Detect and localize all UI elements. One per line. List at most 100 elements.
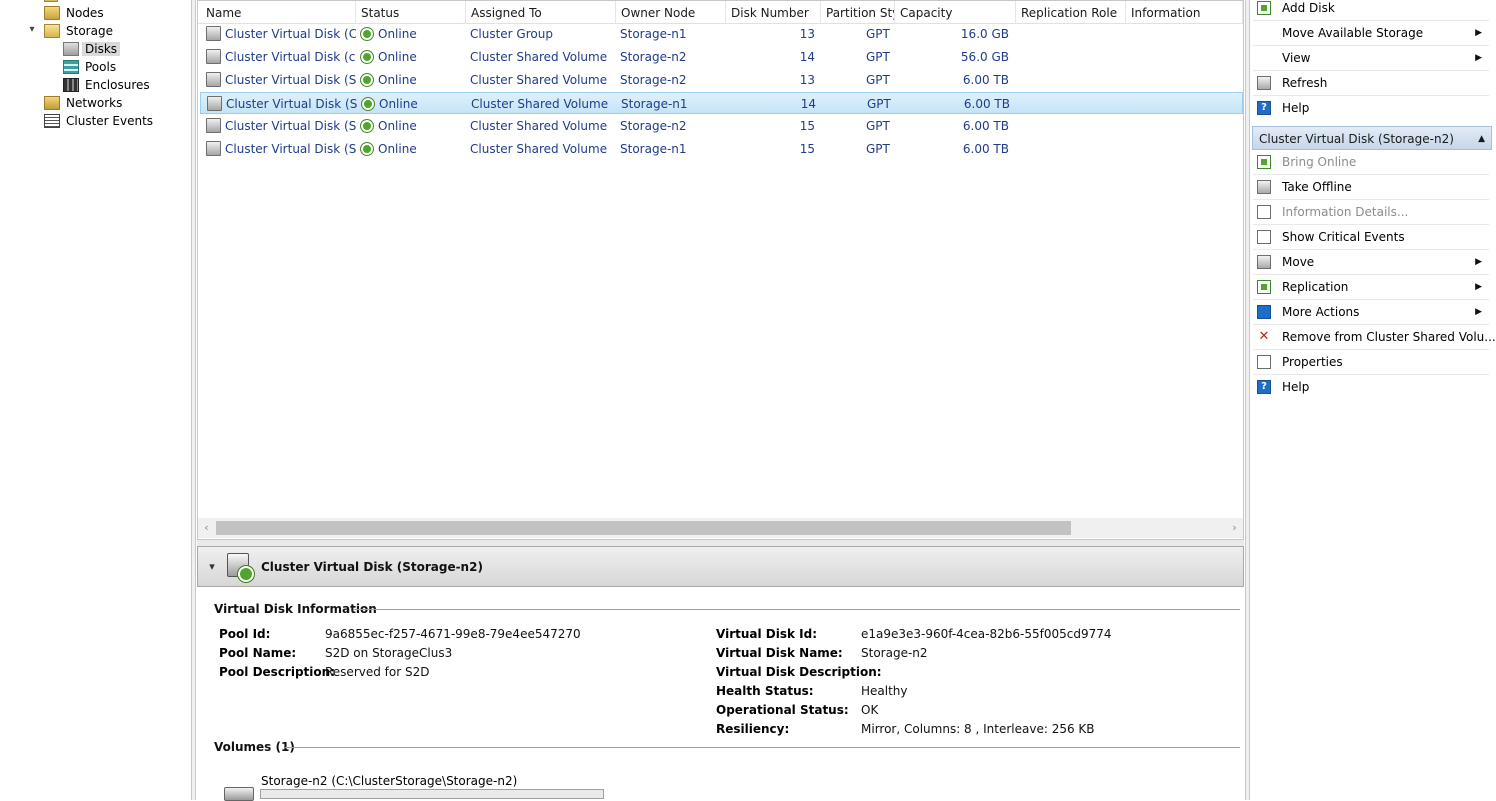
node-icon xyxy=(44,5,60,20)
column-header-status[interactable]: Status xyxy=(356,1,466,24)
online-status-icon xyxy=(360,141,374,156)
volume-label[interactable]: Storage-n2 (C:\ClusterStorage\Storage-n2… xyxy=(261,774,517,788)
table-row[interactable]: Cluster Virtual Disk (Clust... Online Clus… xyxy=(200,23,1243,45)
tree-item-networks[interactable]: Networks xyxy=(44,94,125,112)
action-remove-from-cluster-shared-volu[interactable]: ✕ Remove from Cluster Shared Volu... xyxy=(1250,325,1496,350)
action-add-disk[interactable]: Add Disk xyxy=(1250,0,1490,21)
cell-assigned-to: Cluster Shared Volume xyxy=(470,50,608,64)
actions-section-header[interactable]: Cluster Virtual Disk (Storage-n2) ▲ xyxy=(1252,126,1492,150)
cell-status: Online xyxy=(360,138,466,160)
cell-status: Online xyxy=(360,46,466,68)
tree-item-pools[interactable]: Pools xyxy=(63,58,119,76)
action-help[interactable]: ? Help xyxy=(1250,96,1490,121)
tree-item-disks[interactable]: Disks xyxy=(63,40,121,58)
submenu-arrow-icon: ▶ xyxy=(1475,282,1482,292)
tree-item-storage[interactable]: Storage xyxy=(44,22,116,40)
pools-icon xyxy=(63,59,79,74)
action-help[interactable]: ? Help xyxy=(1250,375,1490,400)
cell-capacity: 16.0 GB xyxy=(960,27,1009,41)
column-header-capacity[interactable]: Capacity xyxy=(895,1,1016,24)
online-status-icon xyxy=(360,26,374,41)
collapse-chevron-icon[interactable]: ▾ xyxy=(205,560,219,574)
action-replication[interactable]: Replication ▶ xyxy=(1250,275,1490,300)
table-row[interactable]: Cluster Virtual Disk (colle... Online Clus… xyxy=(200,46,1243,68)
storage-folder-icon xyxy=(44,23,60,38)
action-move[interactable]: Move ▶ xyxy=(1250,250,1490,275)
disk-status: Online xyxy=(378,142,417,156)
pool-name-label: Pool Name: xyxy=(219,646,297,660)
action-label: Move Available Storage xyxy=(1282,26,1424,40)
cell-name: Cluster Virtual Disk (Stor... xyxy=(206,115,356,137)
replication-icon xyxy=(1257,280,1271,294)
cluster-disk-icon xyxy=(206,118,221,133)
list-header: Name Status Assigned To Owner Node Disk … xyxy=(198,1,1243,24)
storage-expand-icon[interactable]: ▾ xyxy=(26,24,38,36)
information-details-icon xyxy=(1257,205,1271,219)
cluster-disk-icon xyxy=(207,96,222,111)
cell-disk-number: 14 xyxy=(800,97,816,111)
health-status-label: Health Status: xyxy=(716,684,814,698)
column-header-assigned-to[interactable]: Assigned To xyxy=(466,1,616,24)
cluster-root-icon xyxy=(44,0,58,2)
table-row[interactable]: Cluster Virtual Disk (Stor... Online Clust… xyxy=(200,69,1243,91)
cell-status: Online xyxy=(361,93,467,115)
column-header-name[interactable]: Name xyxy=(201,1,356,24)
cell-assigned-to: Cluster Shared Volume xyxy=(470,119,608,133)
action-view[interactable]: View ▶ xyxy=(1250,46,1490,71)
column-header-disk-number[interactable]: Disk Number xyxy=(726,1,821,24)
cell-disk-number: 13 xyxy=(799,73,815,87)
action-label: Replication xyxy=(1282,280,1349,294)
column-header-replication-role[interactable]: Replication Role xyxy=(1016,1,1126,24)
action-label: Bring Online xyxy=(1282,155,1357,169)
disk-name: Cluster Virtual Disk (Stor... xyxy=(226,97,357,111)
cell-capacity: 6.00 TB xyxy=(962,119,1009,133)
disk-name: Cluster Virtual Disk (Stor... xyxy=(225,142,356,156)
collapse-icon[interactable]: ▲ xyxy=(1478,127,1485,151)
actions-pane: Add Disk Move Available Storage ▶ View ▶ Refr… xyxy=(1250,0,1496,800)
scroll-right-icon[interactable]: › xyxy=(1226,518,1243,538)
pool-id-value: 9a6855ec-f257-4671-99e8-79e4ee547270 xyxy=(325,627,581,641)
cell-disk-number: 13 xyxy=(799,27,815,41)
action-take-offline[interactable]: Take Offline xyxy=(1250,175,1490,200)
resiliency-label: Resiliency: xyxy=(716,722,790,736)
action-move-available-storage[interactable]: Move Available Storage ▶ xyxy=(1250,21,1490,46)
cell-name: Cluster Virtual Disk (Stor... xyxy=(207,93,357,115)
table-row[interactable]: Cluster Virtual Disk (Stor... Online Clust… xyxy=(200,115,1243,137)
tree-item-label: Enclosures xyxy=(85,78,150,92)
action-bring-online[interactable]: Bring Online xyxy=(1250,150,1490,175)
column-header-partition-style[interactable]: Partition Style xyxy=(821,1,895,24)
cell-partition-style: GPT xyxy=(866,73,890,87)
scrollbar-thumb[interactable] xyxy=(216,521,1071,535)
pool-description-value: Reserved for S2D xyxy=(325,665,430,679)
tree-item-nodes[interactable]: Nodes xyxy=(44,4,107,22)
action-label: Help xyxy=(1282,101,1310,115)
action-properties[interactable]: Properties xyxy=(1250,350,1490,375)
tree-splitter[interactable] xyxy=(191,0,196,800)
tree-item-cluster-events[interactable]: Cluster Events xyxy=(44,112,156,130)
cluster-virtual-disk-icon xyxy=(224,551,256,583)
cell-capacity: 6.00 TB xyxy=(962,142,1009,156)
tree-item-enclosures[interactable]: Enclosures xyxy=(63,76,153,94)
more-actions-icon xyxy=(1257,305,1271,319)
pool-name-value: S2D on StorageClus3 xyxy=(325,646,453,660)
action-show-critical-events[interactable]: Show Critical Events xyxy=(1250,225,1490,250)
cell-name: Cluster Virtual Disk (Clust... xyxy=(206,23,356,45)
action-refresh[interactable]: Refresh xyxy=(1250,71,1490,96)
details-pane: ▾ Cluster Virtual Disk (Storage-n2) Virt… xyxy=(197,546,1244,801)
disks-icon xyxy=(63,41,79,56)
resiliency-value: Mirror, Columns: 8 , Interleave: 256 KB xyxy=(861,722,1095,736)
table-row[interactable]: Cluster Virtual Disk (Stor... Online Clust… xyxy=(200,92,1243,114)
scroll-left-icon[interactable]: ‹ xyxy=(198,518,215,538)
tree-item-label: Nodes xyxy=(66,6,104,20)
table-row[interactable]: Cluster Virtual Disk (Stor... Online Clust… xyxy=(200,138,1243,160)
column-header-information[interactable]: Information xyxy=(1126,1,1243,24)
horizontal-scrollbar[interactable]: ‹ › xyxy=(198,518,1243,538)
column-header-owner-node[interactable]: Owner Node xyxy=(616,1,726,24)
action-information-details[interactable]: Information Details... xyxy=(1250,200,1490,225)
cell-owner-node: Storage-n1 xyxy=(620,142,687,156)
cell-assigned-to: Cluster Shared Volume xyxy=(471,97,609,111)
action-more-actions[interactable]: More Actions ▶ xyxy=(1250,300,1490,325)
submenu-arrow-icon: ▶ xyxy=(1475,307,1482,317)
cell-owner-node: Storage-n1 xyxy=(621,97,688,111)
add-disk-icon xyxy=(1257,1,1271,15)
